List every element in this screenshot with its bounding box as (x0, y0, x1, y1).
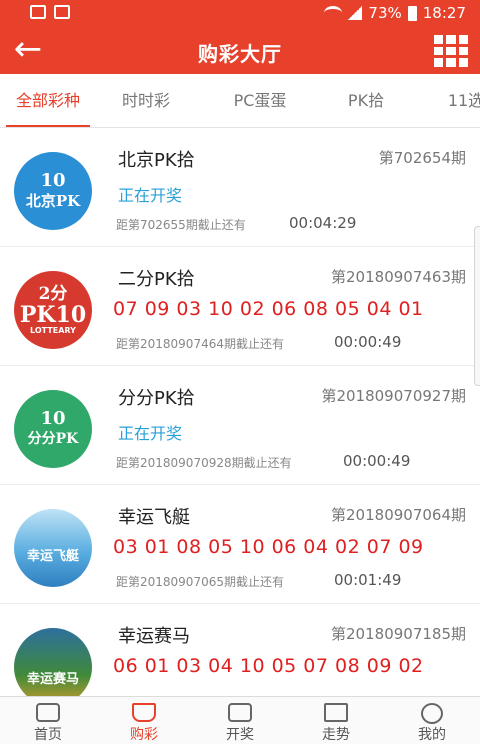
trend-icon (324, 703, 348, 722)
countdown-timer: 00:04:29 (289, 214, 357, 232)
countdown-timer: 00:01:49 (334, 571, 402, 589)
countdown-timer: 00:00:49 (343, 452, 411, 470)
sim-notification-icon (54, 5, 70, 19)
lottery-name: 二分PK拾 (118, 269, 195, 290)
home-icon (36, 703, 60, 722)
deadline-label: 距第20180907464期截止还有 (116, 337, 284, 351)
2min-pk10-logo: 2分 PK10 LOTTEARY (14, 271, 92, 349)
winning-numbers: 03 01 08 05 10 06 04 02 07 09 (113, 536, 424, 558)
tab-11xuan[interactable]: 11选 (436, 74, 480, 127)
user-icon (421, 703, 443, 724)
lottery-period: 第20180907064期 (331, 506, 466, 524)
scrollbar[interactable] (474, 226, 480, 386)
1min-pk10-logo: 10 分分PK (14, 390, 92, 468)
lottery-row-lucky-horse[interactable]: 幸运赛马 幸运赛马 第20180907185期 06 01 03 04 10 0… (0, 604, 480, 696)
grid-menu-icon[interactable] (434, 35, 468, 67)
nav-home[interactable]: 首页 (0, 697, 96, 744)
nav-trend[interactable]: 走势 (288, 697, 384, 744)
status-right: 73% 18:27 (324, 4, 466, 22)
bottom-nav: 首页 购彩 开奖 走势 我的 (0, 696, 480, 744)
drawing-status: 正在开奖 (118, 186, 183, 205)
nav-results[interactable]: 开奖 (192, 697, 288, 744)
clock: 18:27 (422, 4, 466, 22)
lottery-name: 分分PK拾 (118, 388, 195, 409)
status-bar: 73% 18:27 (0, 0, 480, 28)
award-icon (228, 703, 252, 722)
lottery-row-1min-pk10[interactable]: 10 分分PK 分分PK拾 第201809070927期 正在开奖 距第2018… (0, 366, 480, 485)
tab-shishicai[interactable]: 时时彩 (108, 74, 184, 127)
drawing-status: 正在开奖 (118, 424, 183, 443)
lottery-period: 第201809070927期 (321, 387, 466, 405)
lottery-row-lucky-airship[interactable]: 幸运飞艇 幸运飞艇 第20180907064期 03 01 08 05 10 0… (0, 485, 480, 604)
lottery-period: 第702654期 (378, 149, 466, 167)
battery-percent: 73% (368, 4, 402, 22)
lottery-name: 幸运飞艇 (118, 507, 190, 528)
lottery-row-2min-pk10[interactable]: 2分 PK10 LOTTEARY 二分PK拾 第20180907463期 07 … (0, 247, 480, 366)
deadline-label: 距第201809070928期截止还有 (116, 456, 292, 470)
deadline-label: 距第702655期截止还有 (116, 218, 246, 232)
winning-numbers: 06 01 03 04 10 05 07 08 09 02 (113, 655, 424, 677)
battery-icon (407, 5, 417, 21)
image-notification-icon (30, 5, 46, 19)
nav-mine[interactable]: 我的 (384, 697, 480, 744)
lottery-name: 幸运赛马 (118, 626, 190, 647)
lottery-row-beijing-pk10[interactable]: 10 北京PK 北京PK拾 第702654期 正在开奖 距第702655期截止还… (0, 128, 480, 247)
signal-icon (348, 6, 363, 20)
lucky-airship-logo: 幸运飞艇 (14, 509, 92, 587)
lottery-period: 第20180907185期 (331, 625, 466, 643)
wifi-icon (324, 6, 343, 20)
tab-pk10[interactable]: PK拾 (334, 74, 398, 127)
notification-icons (30, 5, 70, 19)
lottery-period: 第20180907463期 (331, 268, 466, 286)
tab-all[interactable]: 全部彩种 (6, 74, 90, 127)
title-bar: ← 购彩大厅 (0, 28, 480, 74)
nav-buy[interactable]: 购彩 (96, 697, 192, 744)
page-title: 购彩大厅 (198, 42, 282, 66)
lottery-name: 北京PK拾 (118, 150, 195, 171)
countdown-timer: 00:00:49 (334, 333, 402, 351)
winning-numbers: 07 09 03 10 02 06 08 05 04 01 (113, 298, 424, 320)
cart-icon (132, 703, 156, 722)
category-tabs: 全部彩种 时时彩 PC蛋蛋 PK拾 11选 (0, 74, 480, 128)
deadline-label: 距第20180907065期截止还有 (116, 575, 284, 589)
tab-pc-dandan[interactable]: PC蛋蛋 (218, 74, 302, 127)
beijing-pk10-logo: 10 北京PK (14, 152, 92, 230)
lucky-horse-logo: 幸运赛马 (14, 628, 92, 696)
lottery-list: 10 北京PK 北京PK拾 第702654期 正在开奖 距第702655期截止还… (0, 128, 480, 696)
